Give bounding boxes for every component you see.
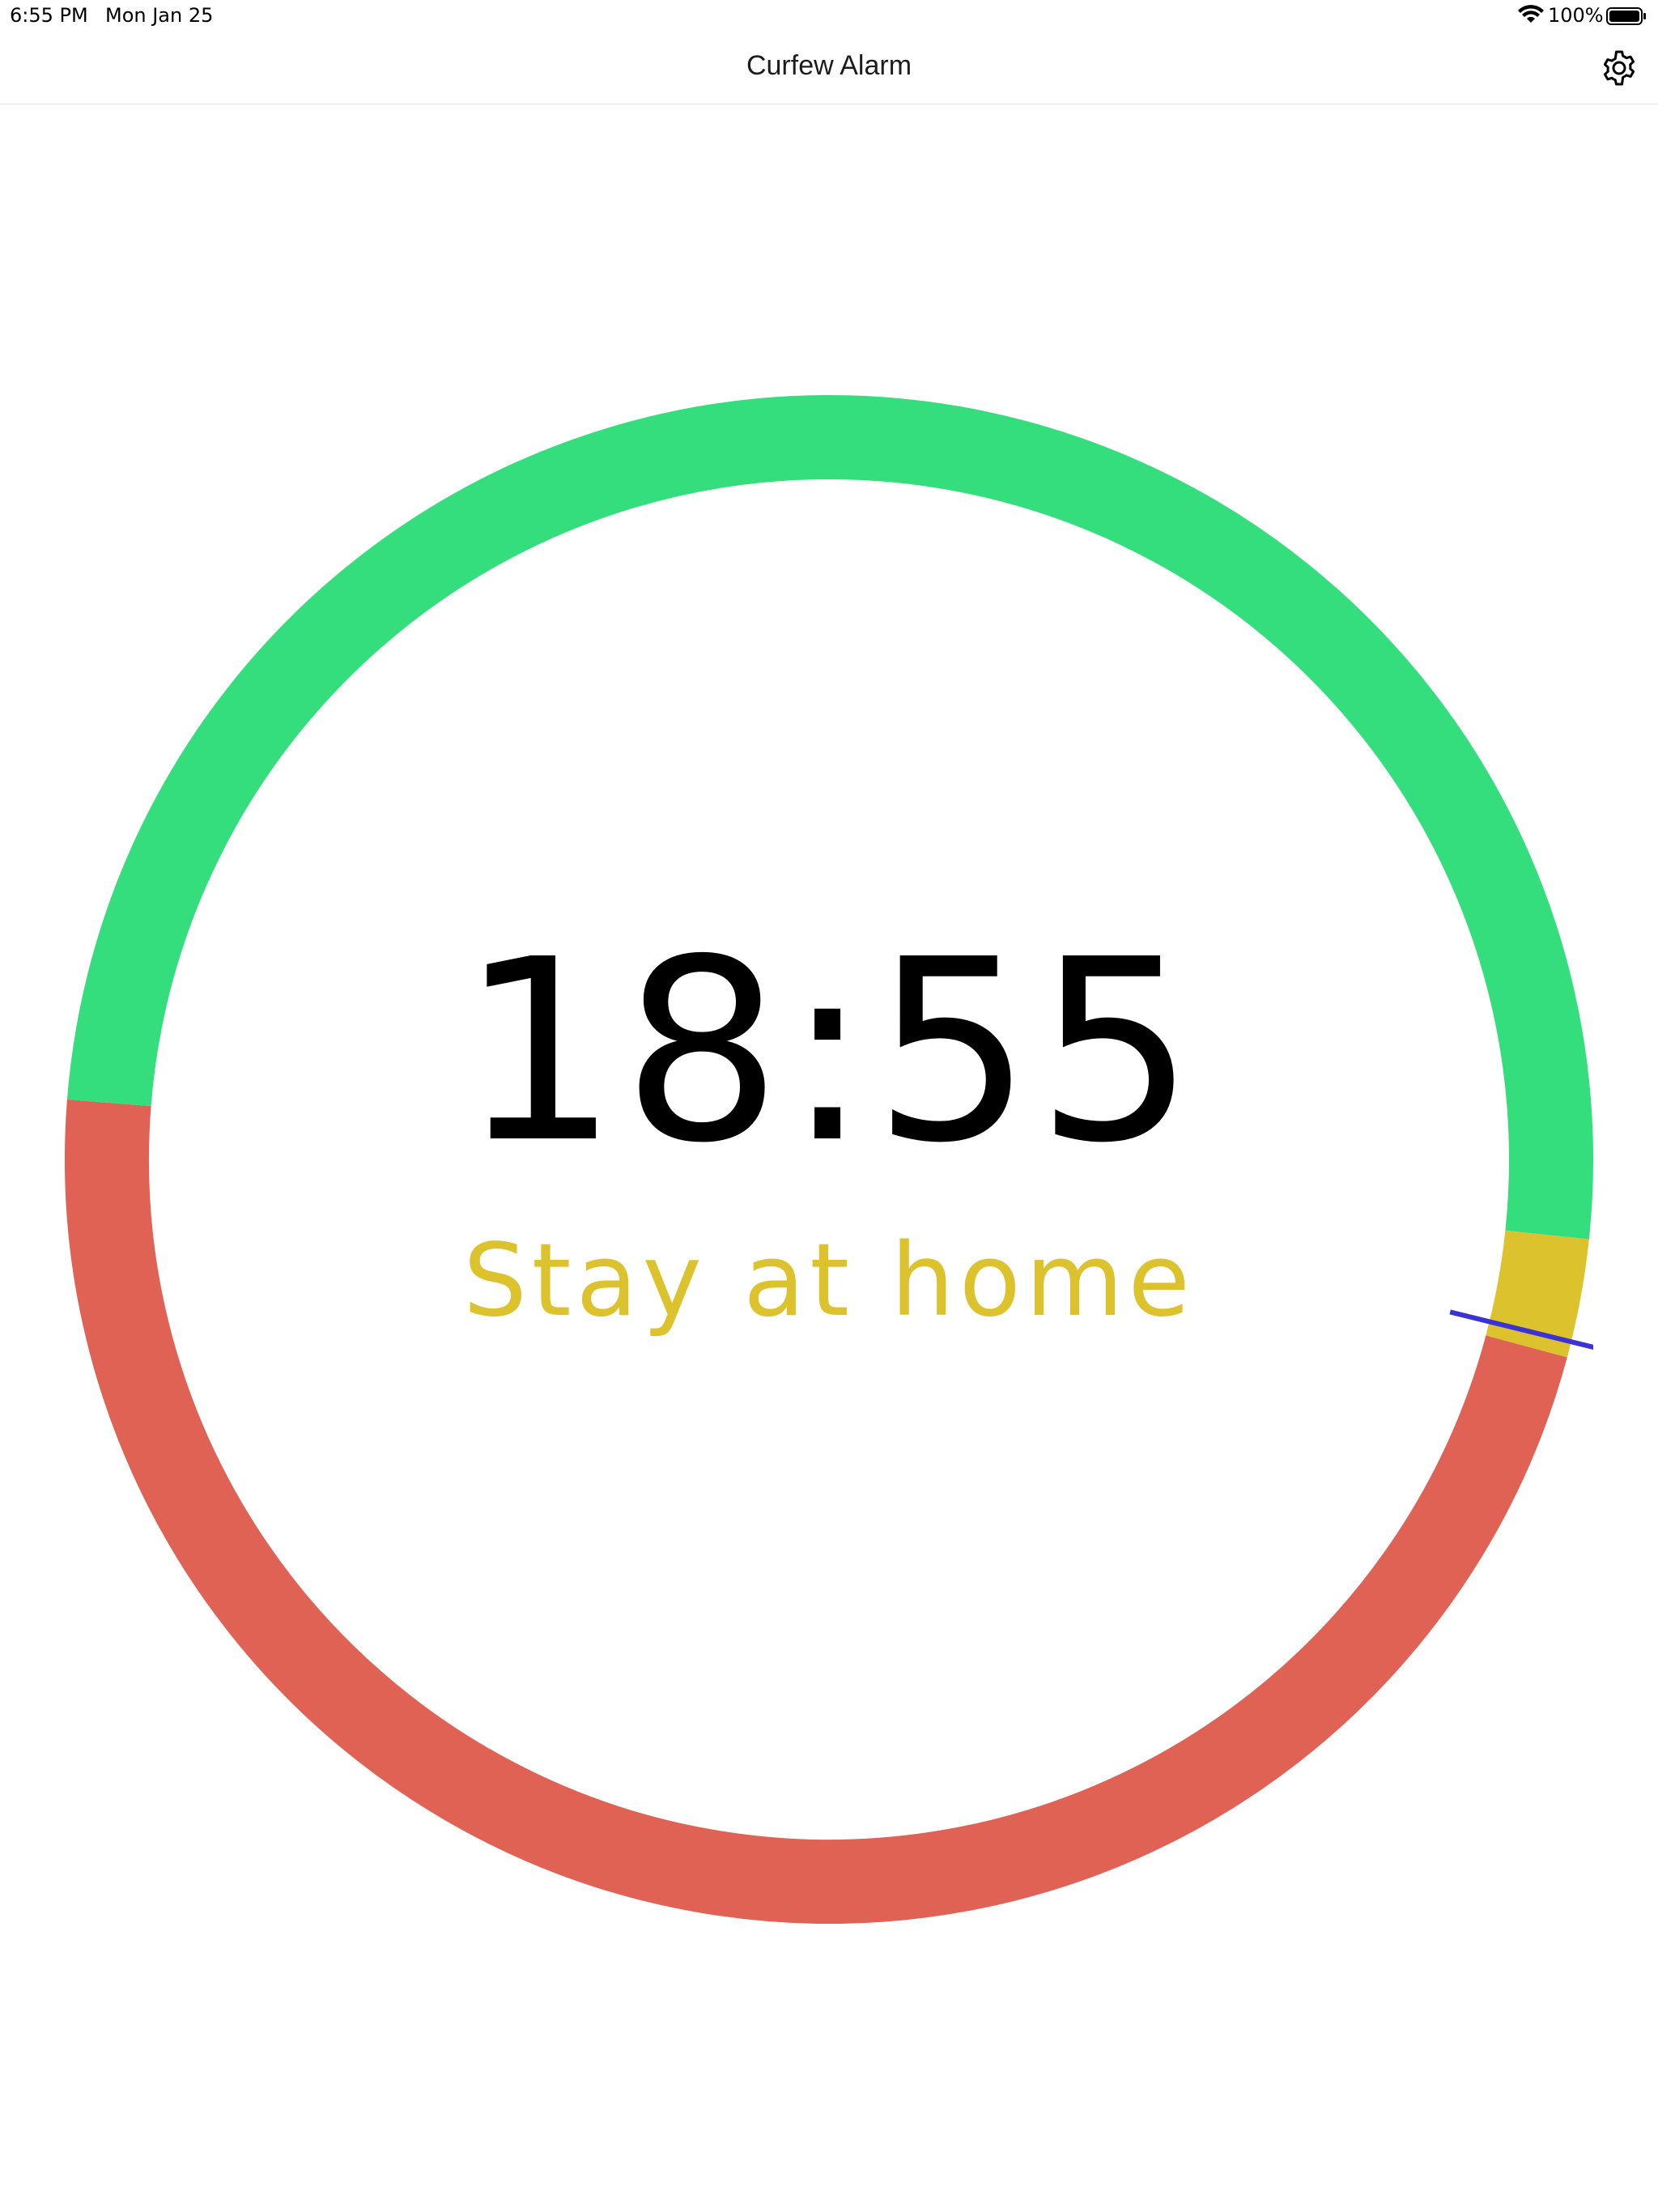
navigation-bar: Curfew Alarm bbox=[0, 32, 1658, 104]
battery-percent: 100% bbox=[1548, 4, 1604, 27]
status-message: Stay at home bbox=[463, 1223, 1195, 1339]
clock-time: 18:55 bbox=[459, 906, 1199, 1198]
page-title: Curfew Alarm bbox=[746, 50, 912, 81]
wifi-icon bbox=[1518, 5, 1544, 23]
status-time: 6:55 PM bbox=[10, 4, 88, 27]
dial-segment-red bbox=[65, 1100, 1567, 1924]
status-date: Mon Jan 25 bbox=[105, 4, 214, 27]
status-bar: 6:55 PM Mon Jan 25 100% bbox=[0, 0, 1658, 32]
gear-icon[interactable] bbox=[1600, 49, 1639, 87]
battery-full-icon bbox=[1606, 7, 1646, 25]
